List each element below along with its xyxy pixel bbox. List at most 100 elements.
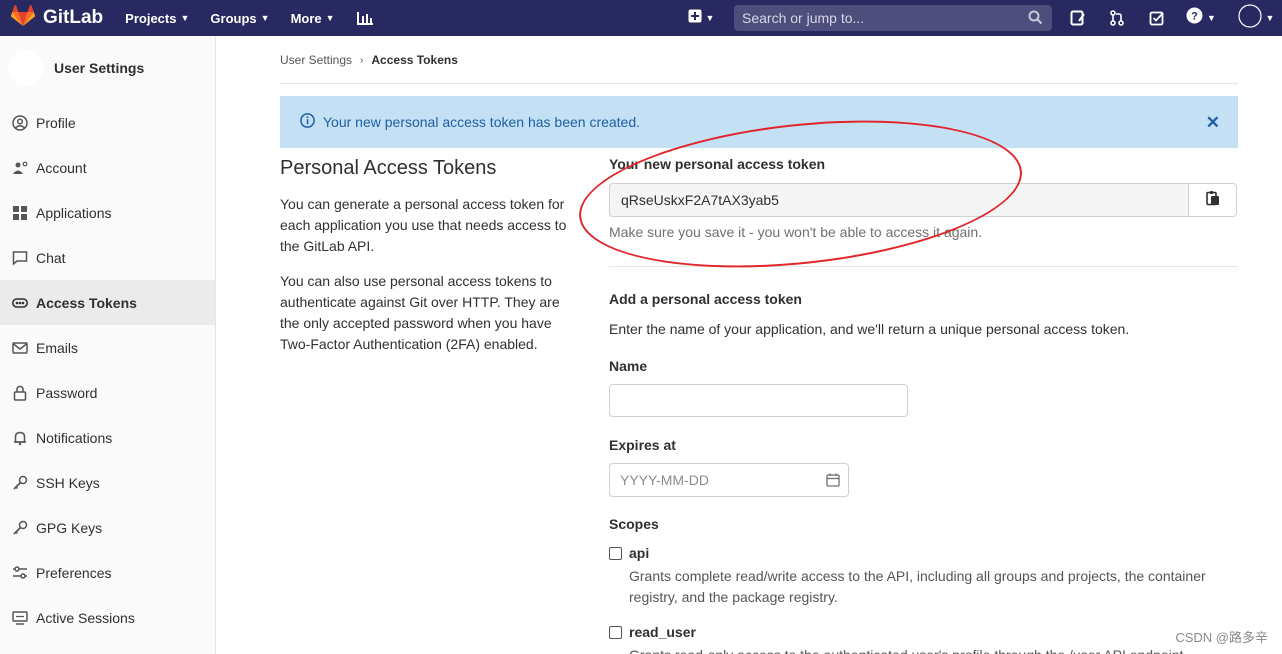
access-tokens-icon — [12, 295, 28, 311]
gitlab-fox-icon — [10, 3, 36, 32]
token-form-column: Your new personal access token qRseUskxF… — [609, 156, 1238, 654]
user-menu-button[interactable]: ▼ — [1236, 0, 1276, 36]
new-token-value[interactable]: qRseUskxF2A7tAX3yab5 — [610, 192, 1188, 208]
bell-icon — [12, 430, 28, 446]
chevron-down-icon: ▼ — [1265, 13, 1275, 23]
intro-paragraph: You can generate a personal access token… — [280, 196, 567, 254]
scope-description: Grants read-only access to the authentic… — [629, 645, 1238, 654]
gitlab-logo[interactable]: GitLab — [10, 3, 103, 32]
nav-projects[interactable]: Projects ▼ — [125, 11, 189, 26]
sidebar-item-account[interactable]: Account — [0, 145, 215, 190]
nav-more[interactable]: More ▼ — [291, 11, 335, 26]
scope-read-user: read_user Grants read-only access to the… — [609, 624, 1238, 654]
sidebar-item-gpg-keys[interactable]: GPG Keys — [0, 505, 215, 550]
sidebar-item-label: Preferences — [36, 564, 112, 581]
name-label: Name — [609, 358, 648, 374]
lock-icon — [12, 385, 28, 401]
breadcrumb-parent-link[interactable]: User Settings — [280, 53, 352, 67]
profile-icon — [12, 114, 28, 131]
account-icon — [12, 160, 28, 176]
info-icon — [300, 113, 315, 131]
sidebar-item-chat[interactable]: Chat — [0, 235, 215, 280]
api-checkbox[interactable] — [609, 546, 622, 560]
avatar — [1237, 3, 1262, 33]
avatar — [8, 50, 44, 86]
sidebar-item-label: SSH Keys — [36, 474, 100, 491]
scope-name[interactable]: read_user — [629, 624, 696, 640]
email-icon — [12, 340, 28, 356]
new-token-label: Your new personal access token — [609, 156, 826, 172]
help-icon: ? — [1186, 7, 1203, 29]
chat-icon — [12, 250, 28, 266]
sidebar-item-active-sessions[interactable]: Active Sessions — [0, 595, 215, 640]
name-input[interactable] — [609, 384, 908, 417]
sidebar-item-applications[interactable]: Applications — [0, 190, 215, 235]
top-navbar: GitLab Projects ▼ Groups ▼ More ▼ ▼ Search … — [0, 0, 1282, 36]
sidebar-item-notifications[interactable]: Notifications — [0, 415, 215, 460]
new-token-field[interactable]: qRseUskxF2A7tAX3yab5 — [609, 183, 1237, 217]
monitor-icon — [12, 610, 28, 626]
nav-groups[interactable]: Groups ▼ — [210, 11, 269, 26]
token-hint: Make sure you save it - you won't be abl… — [609, 224, 983, 240]
sidebar-item-label: Account — [36, 159, 87, 176]
expires-input[interactable]: YYYY-MM-DD — [609, 463, 849, 497]
watermark: CSDN @路多辛 — [1175, 630, 1268, 645]
intro-paragraph: You can also use personal access tokens … — [280, 273, 560, 352]
chevron-right-icon: › — [360, 54, 364, 66]
settings-sidebar: User Settings Profile Account Applicatio… — [0, 36, 216, 654]
activity-chart-icon[interactable] — [356, 10, 374, 26]
chevron-down-icon: ▼ — [1207, 13, 1216, 23]
nav-projects-label: Projects — [125, 10, 177, 26]
copy-button[interactable] — [1188, 184, 1236, 216]
issues-icon[interactable] — [1068, 0, 1088, 36]
key-icon — [12, 475, 28, 491]
help-button[interactable]: ? ▼ — [1184, 0, 1218, 36]
sidebar-item-label: Active Sessions — [36, 609, 135, 626]
breadcrumb: User Settings › Access Tokens — [280, 53, 458, 67]
todo-icon[interactable] — [1147, 0, 1167, 36]
sidebar-item-access-tokens[interactable]: Access Tokens — [0, 280, 215, 325]
sidebar-item-label: Chat — [36, 249, 66, 266]
scope-description: Grants complete read/write access to the… — [629, 568, 1206, 605]
new-item-button[interactable]: ▼ — [684, 0, 718, 36]
nav-menu: Projects ▼ Groups ▼ More ▼ — [125, 10, 394, 26]
search-input[interactable]: Search or jump to... — [734, 5, 1052, 31]
sidebar-item-password[interactable]: Password — [0, 370, 215, 415]
sidebar-item-label: Password — [36, 384, 98, 401]
expires-label: Expires at — [609, 437, 676, 453]
scope-name[interactable]: api — [629, 545, 649, 561]
sidebar-title: User Settings — [54, 60, 145, 76]
chevron-down-icon: ▼ — [180, 13, 190, 23]
scope-api: api Grants complete read/write access to… — [609, 545, 1238, 608]
search-icon — [1028, 10, 1043, 28]
sidebar-item-label: GPG Keys — [36, 519, 103, 536]
sidebar-header[interactable]: User Settings — [0, 36, 215, 100]
breadcrumb-current: Access Tokens — [371, 53, 458, 67]
calendar-icon[interactable] — [826, 473, 840, 490]
applications-icon — [12, 205, 28, 221]
intro-column: Personal Access Tokens You can generate … — [280, 157, 580, 369]
add-token-title: Add a personal access token — [609, 291, 802, 307]
scopes-label: Scopes — [609, 516, 659, 532]
merge-request-icon[interactable] — [1107, 0, 1127, 36]
divider — [280, 83, 1238, 84]
sidebar-item-emails[interactable]: Emails — [0, 325, 215, 370]
page-title: Personal Access Tokens — [280, 157, 497, 179]
key-icon — [12, 520, 28, 536]
chevron-down-icon: ▼ — [705, 13, 715, 23]
preferences-icon — [12, 565, 28, 581]
expires-placeholder: YYYY-MM-DD — [620, 472, 709, 488]
sidebar-item-label: Profile — [36, 114, 76, 131]
nav-more-label: More — [290, 10, 322, 26]
close-icon[interactable]: ✕ — [1206, 113, 1220, 133]
sidebar-item-label: Access Tokens — [36, 294, 137, 311]
sidebar-item-ssh-keys[interactable]: SSH Keys — [0, 460, 215, 505]
clipboard-icon — [1205, 190, 1220, 211]
nav-groups-label: Groups — [210, 10, 257, 26]
read-user-checkbox[interactable] — [609, 625, 622, 639]
success-alert: Your new personal access token has been … — [280, 96, 1238, 148]
sidebar-item-preferences[interactable]: Preferences — [0, 550, 215, 595]
add-token-description: Enter the name of your application, and … — [609, 321, 1130, 337]
sidebar-item-profile[interactable]: Profile — [0, 100, 215, 145]
chevron-down-icon: ▼ — [325, 13, 335, 23]
